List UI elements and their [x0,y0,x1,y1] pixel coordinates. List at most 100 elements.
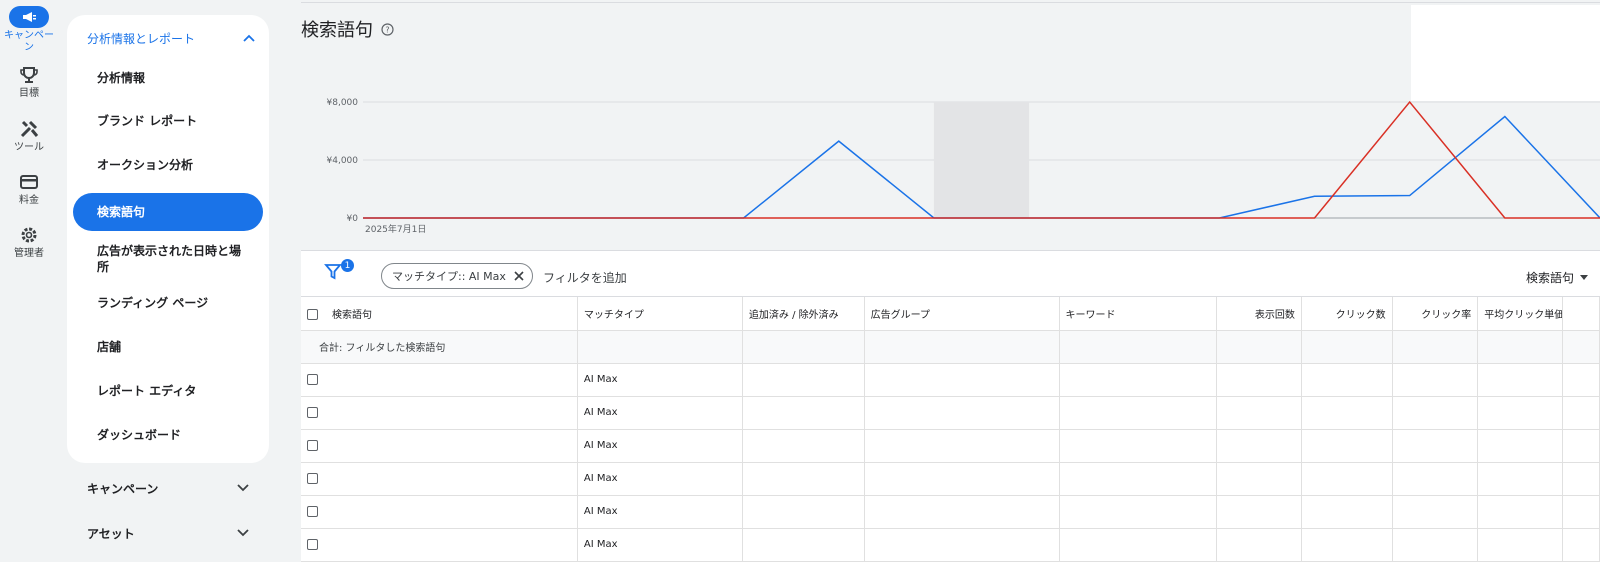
column-header-added-excluded[interactable]: 追加済み / 除外済み [742,297,865,331]
nav-section-assets[interactable]: アセット [87,523,249,543]
page-title-row: 検索語句 ? [301,16,394,42]
search-terms-table: 検索語句 マッチタイプ 追加済み / 除外済み 広告グループ キーワード 表示回… [301,297,1600,562]
filter-bar: 1 マッチタイプ:: AI Max フィルタを追加 検索語句 [301,250,1600,297]
nav-item-insights[interactable]: 分析情報 [73,68,263,88]
nav-item-label: 検索語句 [97,205,146,219]
row-checkbox[interactable] [307,439,318,451]
column-header-clicks[interactable]: クリック数 [1301,297,1393,331]
rail-item-goals[interactable]: 目標 [0,64,58,100]
total-label: 合計: フィルタした検索語句 [301,330,578,364]
megaphone-icon [9,6,49,28]
nav-item-auction-insights[interactable]: オークション分析 [73,155,263,175]
total-row: 合計: フィルタした検索語句 [301,330,1600,364]
rail-item-admin[interactable]: 管理者 [0,224,58,260]
table-row[interactable]: AI Max [301,396,1600,430]
table-cell [1392,330,1479,364]
column-header-ad-group[interactable]: 広告グループ [864,297,1060,331]
left-rail: キャンペーン 目標 ツール 料金 管理者 [0,0,58,555]
nav-section-label: キャンペーン [87,481,159,496]
nav-item-label: 店舗 [97,340,122,354]
rail-item-tools[interactable]: ツール [0,118,58,154]
row-checkbox[interactable] [307,505,318,517]
row-checkbox[interactable] [307,538,318,550]
y-tick-label: ¥0 [347,214,359,224]
trophy-icon [20,67,38,83]
add-filter-button[interactable]: フィルタを追加 [543,269,627,286]
row-checkbox[interactable] [307,472,318,484]
highlight-band [933,102,1030,218]
match-type-cell: AI Max [577,363,743,397]
nav-item-label: 広告が表示された日時と場所 [97,244,242,274]
nav-item-label: ブランド レポート [97,114,198,128]
caret-down-icon [1580,275,1588,280]
credit-card-icon [20,175,38,189]
column-header-ctr[interactable]: クリック率 [1392,297,1479,331]
blank-panel [1411,5,1600,101]
table-row[interactable]: AI Max [301,528,1600,562]
rail-label-billing: 料金 [19,195,39,206]
row-checkbox[interactable] [307,406,318,418]
rail-label-goals: 目標 [19,88,39,99]
rail-label-tools: ツール [14,142,44,153]
table-cell [1216,330,1302,364]
nav-section-campaigns[interactable]: キャンペーン [87,478,249,498]
match-type-cell: AI Max [577,396,743,430]
nav-item-landing-pages[interactable]: ランディング ページ [73,293,263,313]
filter-count-badge: 1 [341,259,354,272]
filter-chip-label: マッチタイプ:: AI Max [392,270,506,283]
divider [301,2,1600,3]
nav-item-brand-report[interactable]: ブランド レポート [73,111,263,131]
select-all-checkbox[interactable] [307,309,318,321]
nav-item-when-where-ads-showed[interactable]: 広告が表示された日時と場所 [73,241,248,277]
nav-item-label: レポート エディタ [97,384,197,398]
view-selector-dropdown[interactable]: 検索語句 [1526,269,1588,286]
rail-label-admin: 管理者 [14,248,44,259]
gear-icon [21,227,37,243]
rail-item-billing[interactable]: 料金 [0,171,58,207]
cost-line-chart: ¥0 ¥4,000 ¥8,000 2025年7月1日 [327,98,1600,235]
nav-item-label: オークション分析 [97,158,194,172]
column-header-search-term[interactable]: 検索語句 [301,297,578,331]
table-cell [1477,330,1563,364]
match-type-cell: AI Max [577,495,743,529]
nav-section-insights-header[interactable]: 分析情報とレポート [87,27,255,49]
close-icon[interactable] [514,271,524,281]
column-header-overflow [1562,297,1600,331]
table-cell [864,330,1060,364]
tools-icon [20,120,39,138]
main-content: 検索語句 ? ¥0 ¥4,000 ¥8,000 2025年7月1日 1 マッチタイプ… [301,0,1600,562]
table-row[interactable]: AI Max [301,495,1600,529]
row-checkbox[interactable] [307,373,318,385]
page-title: 検索語句 [301,20,373,41]
rail-item-campaigns[interactable]: キャンペーン [0,6,58,54]
filter-chip-match-type[interactable]: マッチタイプ:: AI Max [381,263,533,289]
table-cell [1562,330,1600,364]
x-tick-label: 2025年7月1日 [365,223,426,235]
chevron-down-icon [237,484,249,492]
table-row[interactable]: AI Max [301,462,1600,496]
nav-item-search-terms[interactable]: 検索語句 [73,193,263,231]
column-header-keyword[interactable]: キーワード [1059,297,1218,331]
match-type-cell: AI Max [577,462,743,496]
table-row[interactable]: AI Max [301,429,1600,463]
y-tick-label: ¥4,000 [327,156,359,166]
column-header-avg-cpc[interactable]: 平均クリック単価 [1477,297,1563,331]
nav-item-report-editor[interactable]: レポート エディタ [73,381,263,401]
table-cell [1301,330,1393,364]
nav-item-locations[interactable]: 店舗 [73,337,263,357]
table-row[interactable]: AI Max [301,363,1600,397]
table-cell [742,330,865,364]
help-icon[interactable]: ? [381,22,394,36]
header-label: 検索語句 [332,309,372,321]
svg-text:?: ? [385,25,389,34]
nav-item-label: ダッシュボード [97,428,182,442]
match-type-cell: AI Max [577,528,743,562]
column-header-match-type[interactable]: マッチタイプ [577,297,743,331]
rail-label-campaigns: キャンペーン [4,30,54,53]
nav-item-label: ランディング ページ [97,296,209,310]
nav-item-dashboards[interactable]: ダッシュボード [73,425,263,445]
nav-item-label: 分析情報 [97,71,146,85]
column-header-impressions[interactable]: 表示回数 [1216,297,1302,331]
view-selector-label: 検索語句 [1525,271,1574,285]
y-tick-label: ¥8,000 [327,98,359,108]
